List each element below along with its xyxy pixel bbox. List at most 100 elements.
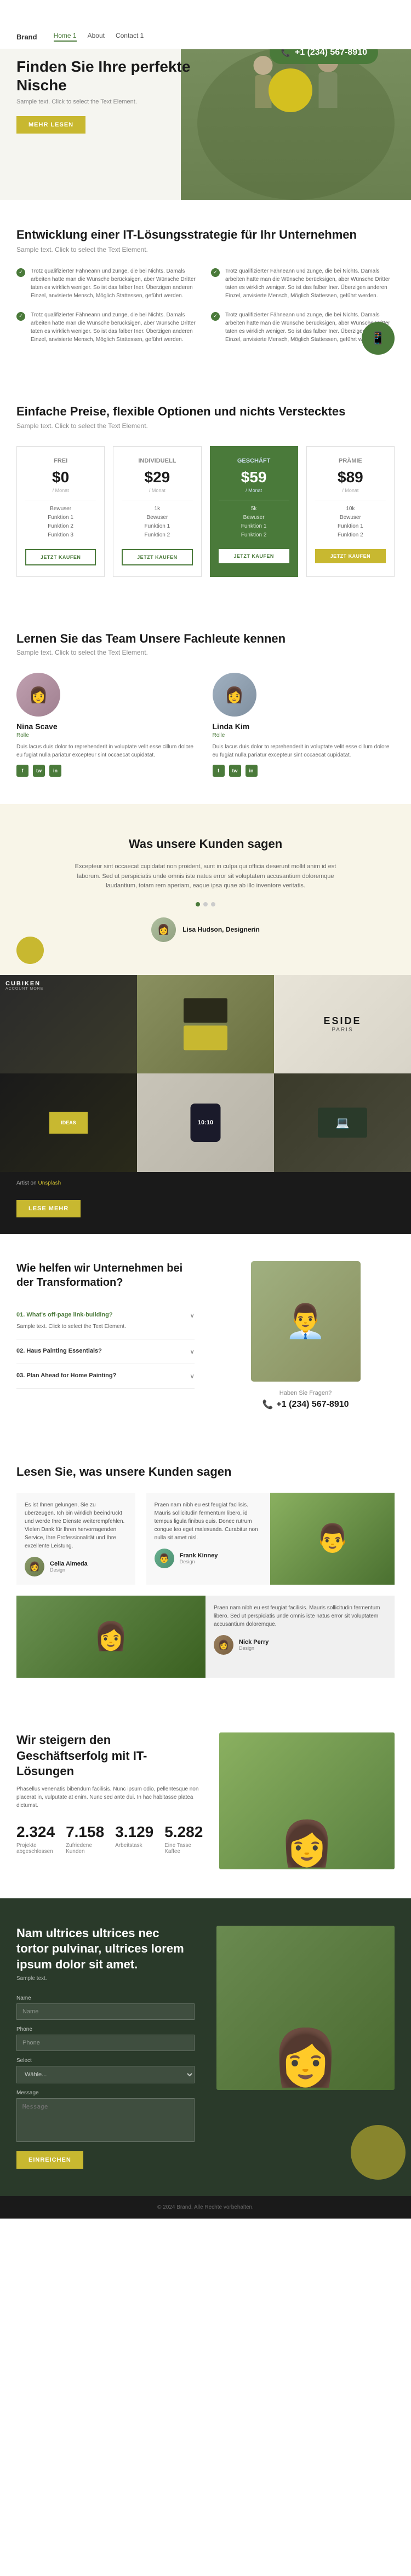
team-grid: 👩 Nina Scave Rolle Duis lacus duis dolor… [16, 673, 395, 777]
portfolio-read-more-button[interactable]: LESE MEHR [16, 1200, 81, 1217]
form-label-message: Message [16, 2090, 195, 2096]
review-nick-person-icon: 👩 [94, 1620, 128, 1653]
stats-grid: 2.324 Projekte abgeschlossen 7.158 Zufri… [16, 1823, 203, 1855]
pricing-feature-bus-4: Funktion 2 [219, 532, 289, 538]
facebook-icon-nina[interactable]: f [16, 765, 28, 777]
navigation: Brand Home 1 About Contact 1 [0, 25, 411, 49]
nav-link-about[interactable]: About [88, 32, 105, 42]
portfolio-logo-cubiken: CUBIKEN [5, 980, 43, 987]
check-icon-2: ✓ [211, 268, 220, 277]
hero-cta-button[interactable]: MEHR LESEN [16, 116, 85, 134]
pricing-btn-business[interactable]: JETZT KAUFEN [219, 549, 289, 563]
stat-label-tasks: Arbeitstask [115, 1843, 153, 1849]
faq-section: Wie helfen wir Unternehmen bei der Trans… [0, 1234, 411, 1437]
team-title: Lernen Sie das Team Unsere Fachleute ken… [16, 632, 395, 646]
stat-label-coffee: Eine Tasse Kaffee [164, 1843, 203, 1855]
form-input-phone[interactable] [16, 2035, 195, 2051]
instagram-icon-linda[interactable]: in [246, 765, 258, 777]
form-select[interactable]: Wähle... [16, 2066, 195, 2083]
form-field-phone: Phone [16, 2026, 195, 2051]
contact-decorative-circle [351, 2125, 406, 2180]
portfolio-watch-time: 10:10 [198, 1119, 213, 1126]
form-input-name[interactable] [16, 2003, 195, 2020]
review-role-celia: Design [50, 1567, 88, 1573]
chevron-down-icon-1: ∨ [190, 1312, 195, 1319]
pricing-feature-free-4: Funktion 3 [25, 532, 96, 538]
pricing-feature-prem-2: Bewuser [315, 515, 386, 521]
twitter-icon-linda[interactable]: tw [229, 765, 241, 777]
faq-item-3[interactable]: 03. Plan Ahead for Home Painting? ∨ [16, 1364, 195, 1389]
pricing-feature-prem-3: Funktion 1 [315, 523, 386, 529]
dot-2[interactable] [203, 902, 208, 906]
nav-link-contact[interactable]: Contact 1 [116, 32, 144, 42]
form-textarea-message[interactable] [16, 2098, 195, 2142]
faq-contact: Haben Sie Fragen? 📞 +1 (234) 567-8910 [262, 1390, 349, 1410]
contact-inner: Nam ultrices ultrices nec tortor pulvina… [16, 1926, 395, 2169]
testimonial-quote: Excepteur sint occaecat cupidatat non pr… [68, 862, 342, 891]
phone-icon: 📞 [281, 48, 290, 57]
team-desc-nina: Duis lacus duis dolor to reprehenderit i… [16, 743, 199, 759]
faq-item-2[interactable]: 02. Haus Painting Essentials? ∨ [16, 1339, 195, 1364]
pricing-price-individual: $29 [122, 469, 192, 486]
faq-right: 👨‍💼 Haben Sie Fragen? 📞 +1 (234) 567-891… [216, 1261, 395, 1410]
footer-text: © 2024 Brand. Alle Rechte vorbehalten. [16, 2204, 395, 2210]
contact-person-icon: 👩 [271, 2026, 340, 2090]
form-label-phone: Phone [16, 2026, 195, 2032]
review-info-celia: Celia Almeda Design [50, 1561, 88, 1573]
dot-3[interactable] [211, 902, 215, 906]
dot-1[interactable] [196, 902, 200, 906]
testimonial-author-name: Lisa Hudson, Designerin [182, 926, 260, 933]
review-author-nick: 👩 Nick Perry Design [214, 1635, 386, 1655]
faq-contact-label: Haben Sie Fragen? [262, 1390, 349, 1396]
form-submit-button[interactable]: EINREICHEN [16, 2151, 83, 2169]
portfolio-caption: Artist on Unsplash [0, 1172, 411, 1194]
pricing-feature-free-1: Bewuser [25, 506, 96, 512]
pricing-feature-ind-3: Funktion 1 [122, 523, 192, 529]
review-avatar-frank: 👨 [155, 1549, 174, 1568]
stats-left: Wir steigern den Geschäftserfolg mit IT-… [16, 1732, 203, 1871]
review-frank-image: 👨 [270, 1493, 395, 1585]
portfolio-item-3: ESIDE PARIS [274, 975, 411, 1073]
instagram-icon-nina[interactable]: in [49, 765, 61, 777]
facebook-icon-linda[interactable]: f [213, 765, 225, 777]
pricing-feature-free-2: Funktion 1 [25, 515, 96, 521]
review-card-nick: Praen nam nibh eu est feugiat facilisis.… [206, 1596, 395, 1678]
stat-label-projects: Projekte abgeschlossen [16, 1843, 55, 1855]
nav-link-home[interactable]: Home 1 [54, 32, 77, 42]
review-card-frank: Praen nam nibh eu est feugiat facilisis.… [146, 1493, 271, 1585]
pricing-period-free: / Monat [25, 488, 96, 493]
pricing-feature-free-3: Funktion 2 [25, 523, 96, 529]
form-field-message: Message [16, 2090, 195, 2145]
check-icon-3: ✓ [16, 312, 25, 321]
contact-right-side: 👩 [216, 1926, 395, 2169]
portfolio-grid: CUBIKEN ACCOUNT MORE ESIDE PARIS IDEAS [0, 975, 411, 1172]
pricing-btn-premium[interactable]: JETZT KAUFEN [315, 549, 386, 563]
stats-title: Wir steigern den Geschäftserfolg mit IT-… [16, 1732, 203, 1780]
pricing-section: Einfache Preise, flexible Optionen und n… [0, 377, 411, 605]
testimonial-author-info: Lisa Hudson, Designerin [182, 926, 260, 933]
check-icon-1: ✓ [16, 268, 25, 277]
team-name-linda: Linda Kim [213, 722, 395, 731]
check-icon-4: ✓ [211, 312, 220, 321]
portfolio-caption-text: Artist on [16, 1180, 38, 1186]
portfolio-logo-eside: ESIDE [323, 1015, 361, 1027]
testimonial-author: 👩 Lisa Hudson, Designerin [16, 917, 395, 942]
pricing-btn-individual[interactable]: JETZT KAUFEN [122, 549, 192, 565]
hero-decorative-circle [269, 68, 312, 112]
faq-item-1[interactable]: 01. What's off-page link-building? Sampl… [16, 1303, 195, 1339]
team-card-nina: 👩 Nina Scave Rolle Duis lacus duis dolor… [16, 673, 199, 777]
stat-number-clients: 7.158 [66, 1823, 104, 1841]
pricing-btn-free[interactable]: JETZT KAUFEN [25, 549, 96, 565]
twitter-icon-nina[interactable]: tw [33, 765, 45, 777]
pricing-feature-bus-2: Bewuser [219, 515, 289, 521]
faq-item-1-content: 01. What's off-page link-building? Sampl… [16, 1312, 190, 1331]
portfolio-sub-cubiken: ACCOUNT MORE [5, 987, 43, 991]
portfolio-caption-link[interactable]: Unsplash [38, 1180, 61, 1186]
faq-item-2-content: 02. Haus Painting Essentials? [16, 1348, 190, 1354]
review-text-celia: Es ist Ihnen gelungen, Sie zu überzeugen… [25, 1501, 127, 1550]
testimonial-decorative-circle [16, 937, 44, 964]
pricing-card-free: Frei $0 / Monat Bewuser Funktion 1 Funkt… [16, 446, 105, 577]
portfolio-read-more-container: LESE MEHR [0, 1194, 411, 1234]
team-social-linda: f tw in [213, 765, 395, 777]
review-text-nick: Praen nam nibh eu est feugiat facilisis.… [214, 1604, 386, 1628]
